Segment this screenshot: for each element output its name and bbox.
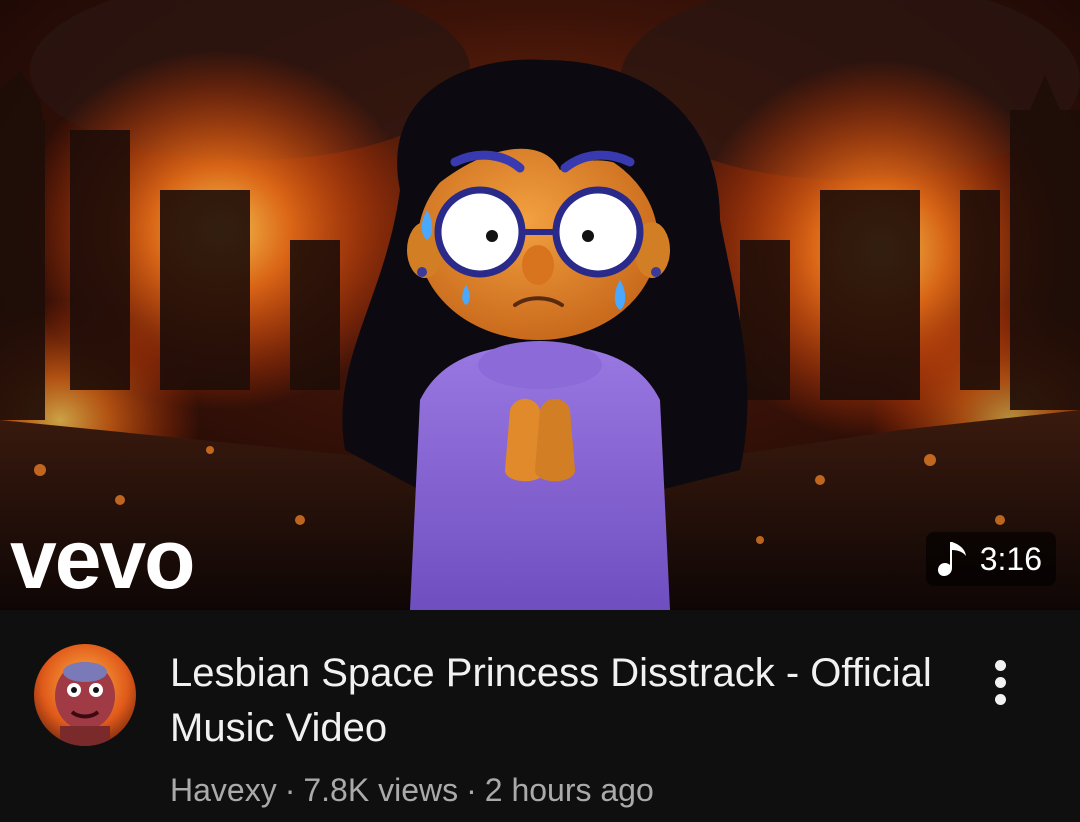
- video-subline: Havexy · 7.8K views · 2 hours ago: [170, 770, 654, 810]
- separator: ·: [284, 772, 296, 808]
- thumbnail-artwork: [0, 0, 1080, 610]
- more-vert-icon-dot: [994, 676, 1006, 688]
- channel-avatar-image: [34, 644, 136, 746]
- duration-text: 3:16: [979, 540, 1042, 577]
- music-note-icon: [937, 542, 966, 576]
- vevo-logo-text: vevo: [10, 522, 193, 602]
- vevo-logo: vevo: [10, 522, 195, 602]
- channel-avatar[interactable]: [34, 644, 136, 746]
- more-vert-icon: [994, 659, 1006, 671]
- separator: ·: [466, 772, 477, 808]
- video-thumbnail[interactable]: vevo 3:16: [0, 0, 1080, 610]
- upload-age: 2 hours ago: [484, 772, 654, 808]
- video-card[interactable]: vevo 3:16 Lesbian Space Princess Disstra…: [0, 0, 1080, 822]
- more-options-button[interactable]: [976, 650, 1024, 714]
- view-count: 7.8K views: [303, 772, 459, 808]
- video-metadata: Lesbian Space Princess Disstrack - Offic…: [0, 610, 1080, 822]
- duration-badge: 3:16: [925, 532, 1056, 586]
- more-vert-icon-dot: [994, 693, 1006, 705]
- channel-name[interactable]: Havexy: [170, 772, 277, 808]
- video-title[interactable]: Lesbian Space Princess Disstrack - Offic…: [170, 646, 940, 756]
